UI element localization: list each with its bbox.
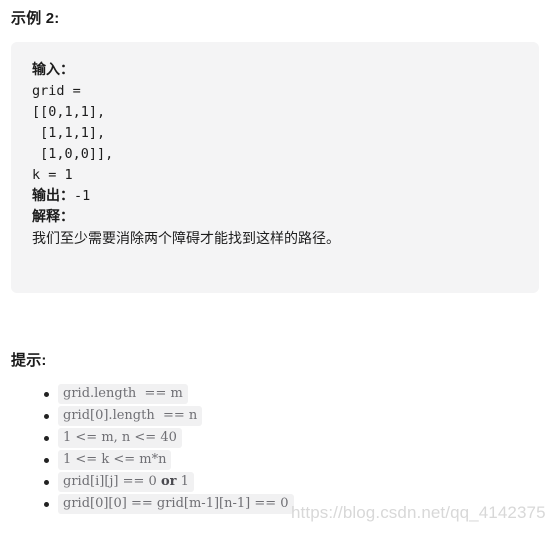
page-title: 示例 2: xyxy=(11,10,60,27)
list-item: 1 <= m, n <= 40 xyxy=(0,427,546,449)
bullet-icon xyxy=(44,414,49,419)
document-page: 示例 2: 输入： grid = [[0,1,1], [1,1,1], [1,0… xyxy=(0,0,546,534)
list-item: grid[0].length == n xyxy=(0,405,546,427)
hint-code: 1 <= m, n <= 40 xyxy=(58,428,182,448)
list-item: grid.length == m xyxy=(0,383,546,405)
grid-row-1: [[0,1,1], xyxy=(32,104,106,120)
output-line: 输出：-1 xyxy=(32,186,539,207)
input-label: 输入： xyxy=(32,62,74,78)
list-item: grid[0][0] == grid[m-1][n-1] == 0 xyxy=(0,493,546,515)
hint-code: 1 <= k <= m*n xyxy=(58,450,172,470)
bullet-icon xyxy=(44,458,49,463)
example-code-block: 输入： grid = [[0,1,1], [1,1,1], [1,0,0]], … xyxy=(11,42,539,293)
hint-code: grid[0].length == n xyxy=(58,406,203,426)
list-item: grid[i][j] == 0 or 1 xyxy=(0,471,546,493)
grid-row-3: [1,0,0]], xyxy=(32,146,114,162)
hint-code-text: grid[i][j] == 0 xyxy=(63,474,161,489)
bullet-icon xyxy=(44,436,49,441)
hint-code-tail: 1 xyxy=(176,474,189,489)
hint-code-text: grid[0].length == n xyxy=(63,408,198,423)
explanation-label: 解释： xyxy=(32,209,74,225)
grid-assignment-line: grid = xyxy=(32,83,81,99)
hint-code: grid[0][0] == grid[m-1][n-1] == 0 xyxy=(58,494,294,514)
grid-row-2: [1,1,1], xyxy=(32,125,106,141)
bullet-icon xyxy=(44,392,49,397)
hint-code-text: grid[0][0] == grid[m-1][n-1] == 0 xyxy=(63,496,289,511)
output-value: -1 xyxy=(74,188,91,204)
hints-list: grid.length == m grid[0].length == n 1 <… xyxy=(0,383,546,515)
k-assignment-line: k = 1 xyxy=(32,167,73,183)
output-label: 输出： xyxy=(32,188,74,204)
bullet-icon xyxy=(44,502,49,507)
bullet-icon xyxy=(44,480,49,485)
list-item: 1 <= k <= m*n xyxy=(0,449,546,471)
hint-code-text: 1 <= k <= m*n xyxy=(63,452,167,467)
hint-code-bold: or xyxy=(160,474,177,489)
hints-title: 提示: xyxy=(11,352,47,369)
hint-code: grid[i][j] == 0 or 1 xyxy=(58,472,194,492)
hint-code-text: grid.length == m xyxy=(63,386,183,401)
hint-code-text: 1 <= m, n <= 40 xyxy=(63,430,177,445)
explanation-text: 我们至少需要消除两个障碍才能找到这样的路径。 xyxy=(32,231,340,247)
hint-code: grid.length == m xyxy=(58,384,188,404)
